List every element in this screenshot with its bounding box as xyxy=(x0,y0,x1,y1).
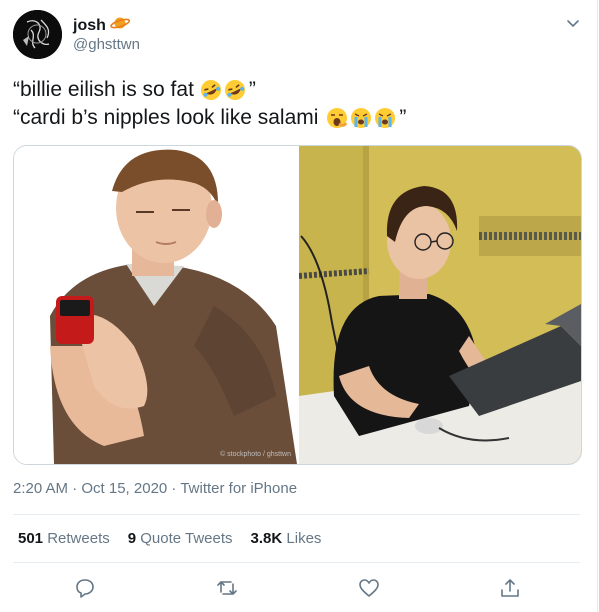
stat-retweets-label: Retweets xyxy=(47,530,110,547)
tweet-line-2: “cardi b’s nipples look like salami ” xyxy=(13,104,406,132)
photo-boy-with-phone[interactable]: © stockphoto / ghsttwn xyxy=(14,146,297,464)
crying-emoji-icon xyxy=(350,107,372,129)
tweet-timestamp[interactable]: 2:20 AM · Oct 15, 2020 · Twitter for iPh… xyxy=(13,480,297,497)
like-icon[interactable] xyxy=(357,576,381,600)
tweet-line-1-text: “billie eilish is so fat xyxy=(13,78,194,101)
tweet-line-2-text: “cardi b’s nipples look like salami xyxy=(13,106,319,129)
retweet-icon[interactable] xyxy=(215,576,239,600)
stat-likes-count: 3.8K xyxy=(250,530,283,547)
crying-emoji-icon xyxy=(374,107,396,129)
stat-retweets[interactable]: 501 Retweets xyxy=(18,530,110,547)
stat-quote-tweets-label: Quote Tweets xyxy=(140,530,233,547)
tweet-actions xyxy=(0,576,597,602)
photo-boy-at-laptop[interactable] xyxy=(299,146,581,464)
rofl-emoji-icon xyxy=(200,79,222,101)
yawning-emoji-icon xyxy=(326,107,348,129)
rofl-emoji-icon xyxy=(224,79,246,101)
tweet-line-2-end: ” xyxy=(399,106,407,129)
share-icon[interactable] xyxy=(498,576,522,600)
avatar[interactable] xyxy=(13,10,62,59)
author-name-row[interactable]: josh xyxy=(73,15,130,36)
photo-watermark: © stockphoto / ghsttwn xyxy=(220,451,291,458)
tweet-stats: 501 Retweets 9 Quote Tweets 3.8K Likes xyxy=(18,530,321,547)
tweet-media: © stockphoto / ghsttwn xyxy=(13,145,582,465)
divider xyxy=(13,514,580,515)
user-handle[interactable]: @ghsttwn xyxy=(73,36,140,53)
stat-quote-tweets-count: 9 xyxy=(127,530,137,547)
divider xyxy=(13,562,580,563)
chevron-down-icon[interactable] xyxy=(564,14,582,32)
planet-emoji-icon xyxy=(110,15,130,36)
tweet-line-1-end: ” xyxy=(248,78,256,101)
stat-retweets-count: 501 xyxy=(18,530,44,547)
stat-likes[interactable]: 3.8K Likes xyxy=(251,530,322,547)
stat-quote-tweets[interactable]: 9 Quote Tweets xyxy=(128,530,233,547)
display-name[interactable]: josh xyxy=(73,17,106,35)
tweet-line-1: “billie eilish is so fat ” xyxy=(13,76,406,104)
reply-icon[interactable] xyxy=(73,576,97,600)
stat-likes-label: Likes xyxy=(286,530,322,547)
tweet-text: “billie eilish is so fat ” “cardi b’s ni… xyxy=(13,76,406,132)
tweet-card: josh @ghsttwn “billie eilish is so fat ”… xyxy=(0,0,598,612)
